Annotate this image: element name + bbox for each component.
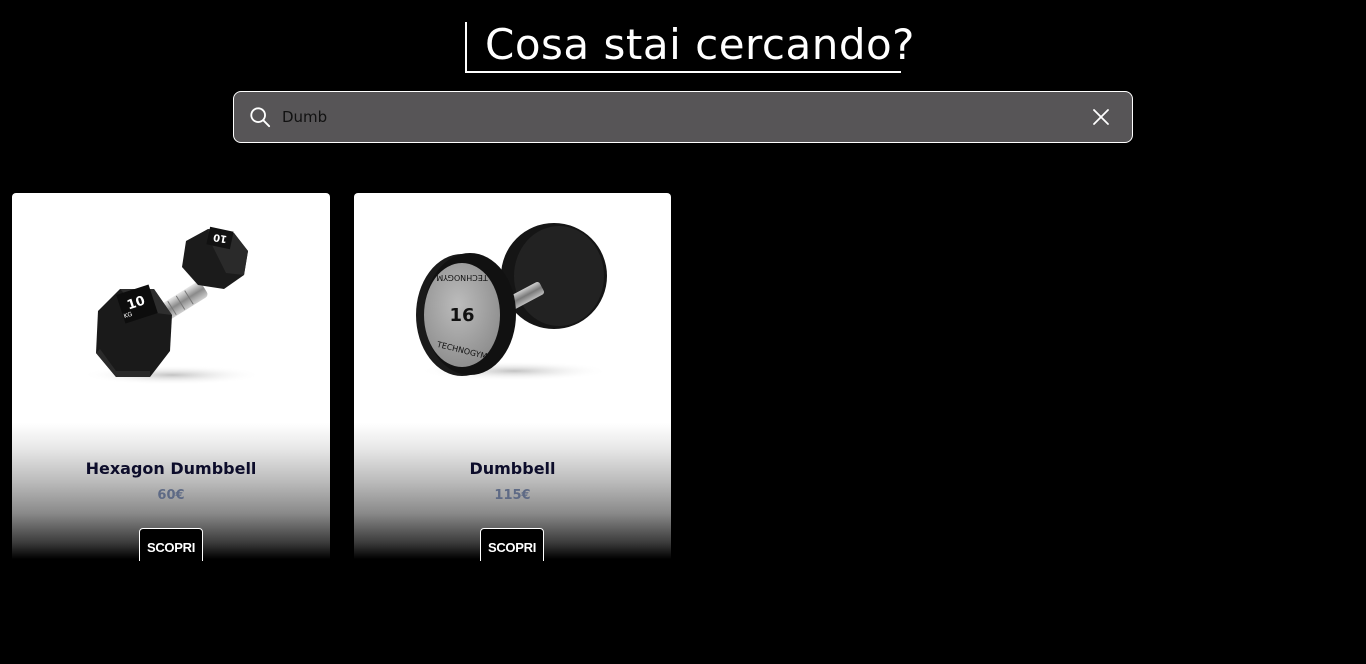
search-bar[interactable]: [233, 91, 1133, 143]
product-card[interactable]: 10 10 KG Hexagon Dumbbell 60€ SCOPRI: [12, 193, 330, 561]
scopri-button[interactable]: SCOPRI: [480, 528, 544, 561]
search-page: Cosa stai cercando? Dumb 10 10 KG Hexago…: [0, 0, 1366, 664]
product-card[interactable]: 16 TECHNOGYM TECHNOGYM Dumbbell 115€ SCO…: [354, 193, 671, 561]
close-icon[interactable]: [1092, 108, 1110, 126]
search-input[interactable]: [282, 102, 1062, 132]
product-name: Dumbbell: [469, 459, 556, 478]
search-icon: [250, 107, 271, 128]
scopri-button[interactable]: SCOPRI: [139, 528, 203, 561]
plate-label: 16: [449, 305, 474, 326]
product-price: 60€: [157, 488, 185, 503]
page-title: Cosa stai cercando?: [485, 20, 915, 69]
hexagon-dumbbell-image: 10 10 KG: [82, 226, 262, 385]
page-title-frame: Cosa stai cercando?: [465, 20, 914, 73]
brand-label-top: TECHNOGYM: [436, 273, 489, 282]
round-dumbbell-image: 16 TECHNOGYM TECHNOGYM: [416, 223, 609, 381]
product-price: 115€: [494, 488, 531, 503]
product-name: Hexagon Dumbbell: [85, 459, 257, 478]
